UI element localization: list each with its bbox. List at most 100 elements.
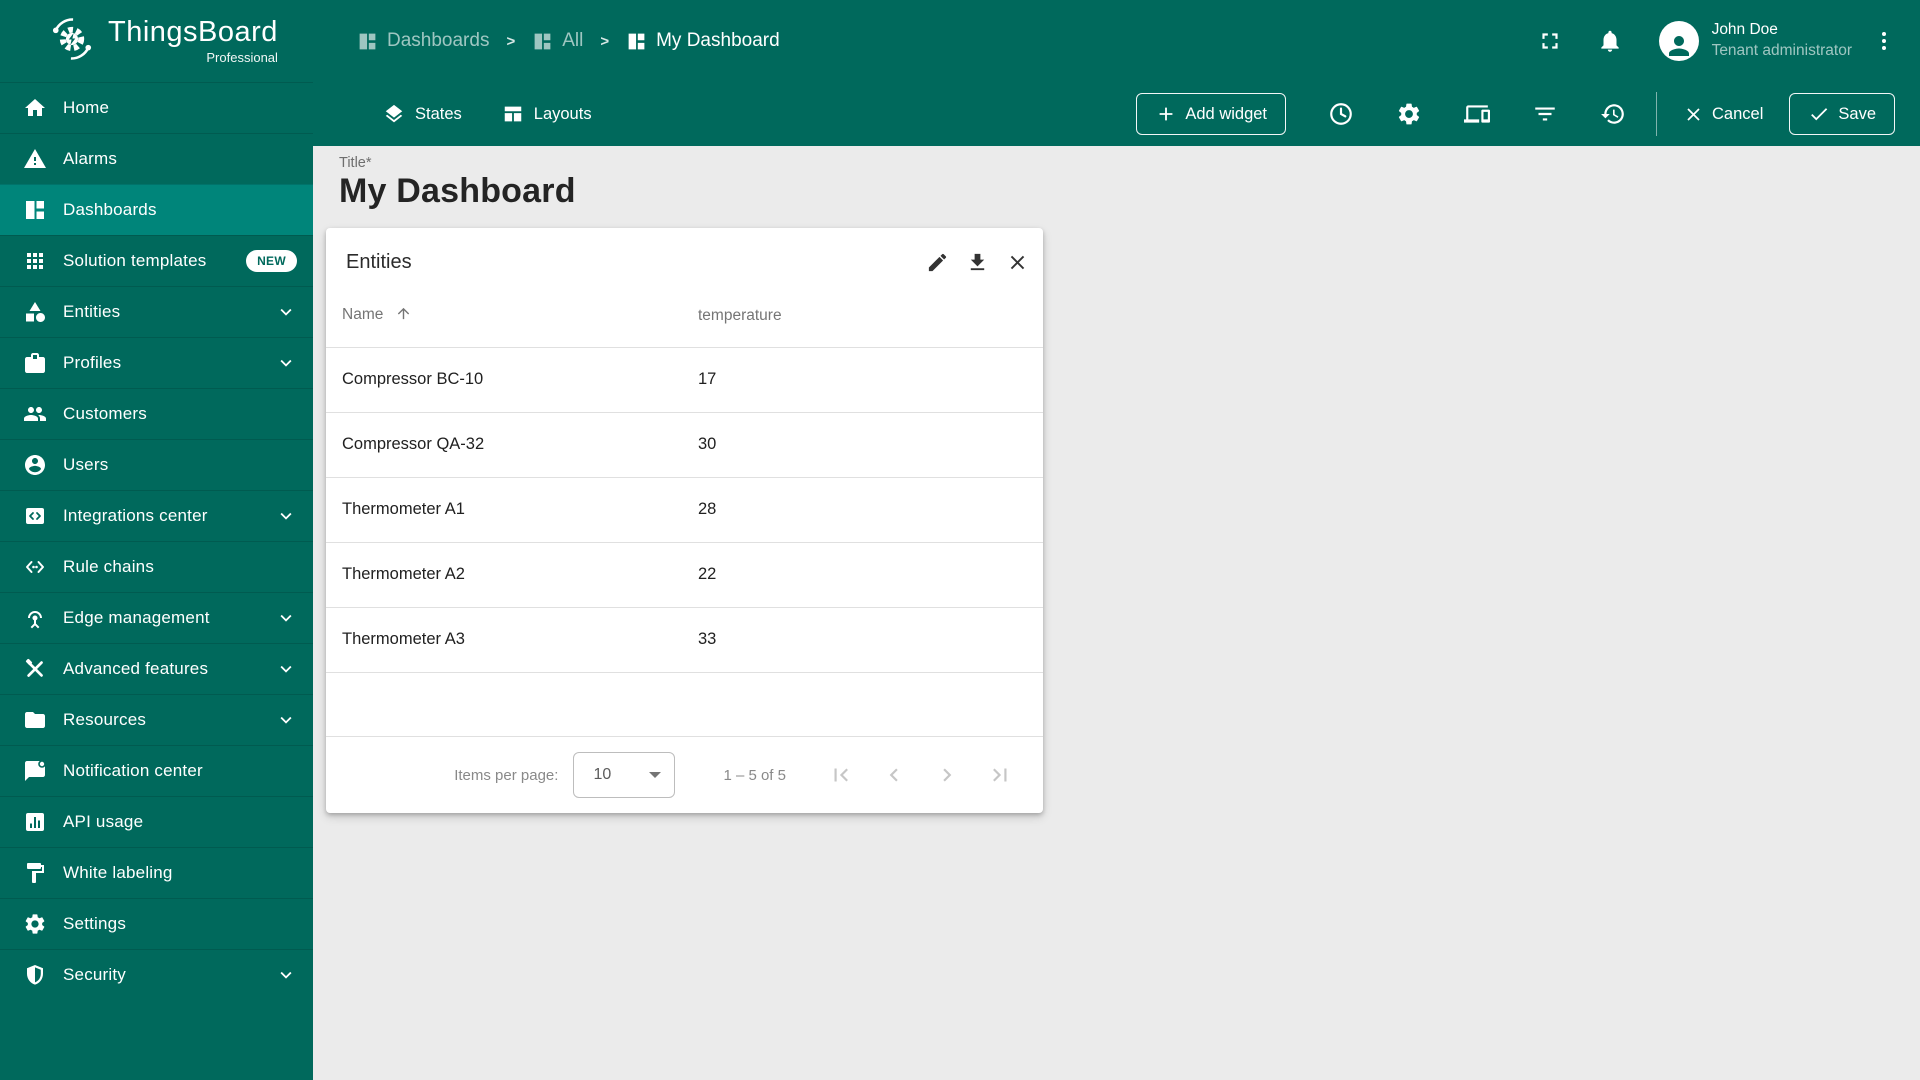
sidebar-item-entities[interactable]: Entities — [0, 286, 313, 337]
sidebar-item-label: API usage — [63, 812, 144, 831]
sidebar-item-notification-center[interactable]: Notification center — [0, 745, 313, 796]
thingsboard-logo-icon — [46, 13, 98, 70]
page-size-value: 10 — [593, 766, 612, 783]
sidebar-item-label: Entities — [63, 302, 121, 321]
sidebar-item-integrations-center[interactable]: Integrations center — [0, 490, 313, 541]
first-page-button[interactable] — [828, 762, 854, 788]
sidebar-item-security[interactable]: Security — [0, 949, 313, 1000]
user-role: Tenant administrator — [1711, 42, 1852, 59]
sidebar-item-label: Home — [63, 98, 110, 117]
column-label: temperature — [698, 307, 782, 325]
layouts-label: Layouts — [533, 104, 592, 123]
edit-widget-button[interactable] — [926, 251, 949, 274]
notifications-button[interactable] — [1597, 28, 1623, 54]
sidebar-nav: Home Alarms Dashboards Solution template… — [0, 82, 313, 1080]
sidebar-item-alarms[interactable]: Alarms — [0, 133, 313, 184]
first-page-icon — [828, 762, 854, 788]
table-row[interactable]: Compressor QA-32 30 — [326, 412, 1043, 478]
temperature-cell: 22 — [682, 542, 1043, 608]
sidebar-item-users[interactable]: Users — [0, 439, 313, 490]
last-page-icon — [987, 762, 1013, 788]
save-button[interactable]: Save — [1789, 93, 1895, 135]
alarm-warning-icon — [23, 147, 47, 171]
page-size-select[interactable]: 10 — [573, 752, 676, 798]
widget-actions — [926, 251, 1029, 274]
people-icon — [23, 402, 47, 426]
dashboard-toolbar: States Layouts Add widget Cancel Save — [313, 82, 1920, 146]
user-circle-icon — [23, 453, 47, 477]
entity-name-cell: Thermometer A1 — [326, 477, 682, 543]
page-title[interactable]: My Dashboard — [339, 172, 1920, 211]
cancel-button[interactable]: Cancel — [1683, 104, 1763, 125]
sidebar-item-solution-templates[interactable]: Solution templates NEW — [0, 235, 313, 286]
entity-name-cell: Thermometer A3 — [326, 607, 682, 673]
table-row[interactable]: Thermometer A3 33 — [326, 607, 1043, 673]
dashboard-settings-button[interactable] — [1396, 101, 1422, 127]
next-page-button[interactable] — [934, 762, 960, 788]
export-widget-button[interactable] — [966, 251, 989, 274]
version-history-button[interactable] — [1600, 101, 1626, 127]
folder-icon — [23, 708, 47, 732]
previous-page-button[interactable] — [881, 762, 907, 788]
breadcrumb-my-dashboard[interactable]: My Dashboard — [626, 30, 780, 52]
sidebar-item-home[interactable]: Home — [0, 82, 313, 133]
sidebar: ThingsBoard Professional Home Alarms Das… — [0, 0, 313, 1080]
title-field-label: Title* — [339, 155, 372, 171]
sidebar-item-advanced-features[interactable]: Advanced features — [0, 643, 313, 694]
sidebar-item-settings[interactable]: Settings — [0, 898, 313, 949]
sidebar-item-customers[interactable]: Customers — [0, 388, 313, 439]
page-range-label: 1 – 5 of 5 — [723, 766, 786, 784]
table-row[interactable]: Thermometer A2 22 — [326, 542, 1043, 608]
column-header-name[interactable]: Name — [326, 286, 682, 348]
filters-button[interactable] — [1532, 101, 1558, 127]
last-page-button[interactable] — [987, 762, 1013, 788]
sidebar-item-api-usage[interactable]: API usage — [0, 796, 313, 847]
breadcrumb-dashboards[interactable]: Dashboards — [357, 30, 489, 52]
brand-edition: Professional — [206, 49, 278, 65]
brand-logo[interactable]: ThingsBoard Professional — [0, 0, 313, 82]
chevron-down-icon — [275, 607, 297, 629]
chevron-down-icon — [275, 352, 297, 374]
add-widget-button[interactable]: Add widget — [1136, 93, 1287, 135]
layouts-button[interactable]: Layouts — [502, 103, 592, 125]
clock-icon — [1328, 101, 1354, 127]
user-avatar-icon — [1664, 31, 1694, 61]
fullscreen-button[interactable] — [1537, 28, 1563, 54]
sidebar-item-label: Dashboards — [63, 200, 157, 219]
table-row[interactable]: Thermometer A1 28 — [326, 477, 1043, 543]
more-menu-button[interactable] — [1872, 29, 1896, 53]
sidebar-item-label: Rule chains — [63, 557, 155, 576]
dashboards-icon — [23, 198, 47, 222]
table-paginator: Items per page: 10 1 – 5 of 5 — [326, 736, 1043, 813]
column-header-temperature[interactable]: temperature — [682, 286, 1043, 348]
user-menu[interactable]: John Doe Tenant administrator — [1712, 20, 1852, 62]
fullscreen-icon — [1537, 28, 1563, 54]
sidebar-item-rule-chains[interactable]: Rule chains — [0, 541, 313, 592]
main-area: Dashboards > All > My Dashboard John Doe… — [313, 0, 1920, 1080]
breadcrumb-label: Dashboards — [387, 30, 490, 51]
app-root: ThingsBoard Professional Home Alarms Das… — [0, 0, 1920, 1080]
breadcrumb-label: All — [562, 30, 584, 51]
avatar[interactable] — [1658, 21, 1699, 61]
sidebar-item-resources[interactable]: Resources — [0, 694, 313, 745]
cancel-label: Cancel — [1712, 104, 1764, 123]
caret-down-icon — [649, 772, 662, 778]
time-window-button[interactable] — [1328, 101, 1354, 127]
sidebar-item-dashboards[interactable]: Dashboards — [0, 184, 313, 235]
devices-icon — [1464, 101, 1490, 127]
entity-aliases-button[interactable] — [1464, 101, 1490, 127]
sidebar-item-edge-management[interactable]: Edge management — [0, 592, 313, 643]
remove-widget-button[interactable] — [1006, 251, 1029, 274]
integration-icon — [23, 504, 47, 528]
table-row[interactable]: Compressor BC-10 17 — [326, 347, 1043, 413]
states-button[interactable]: States — [383, 103, 462, 125]
sidebar-item-profiles[interactable]: Profiles — [0, 337, 313, 388]
sidebar-item-label: White labeling — [63, 863, 173, 882]
filter-icon — [1532, 101, 1558, 127]
kebab-menu-icon — [1872, 29, 1896, 53]
antenna-icon — [23, 606, 47, 630]
entity-name-cell: Compressor BC-10 — [326, 347, 682, 413]
sidebar-item-white-labeling[interactable]: White labeling — [0, 847, 313, 898]
breadcrumb-all[interactable]: All — [532, 30, 583, 52]
chevron-down-icon — [275, 505, 297, 527]
